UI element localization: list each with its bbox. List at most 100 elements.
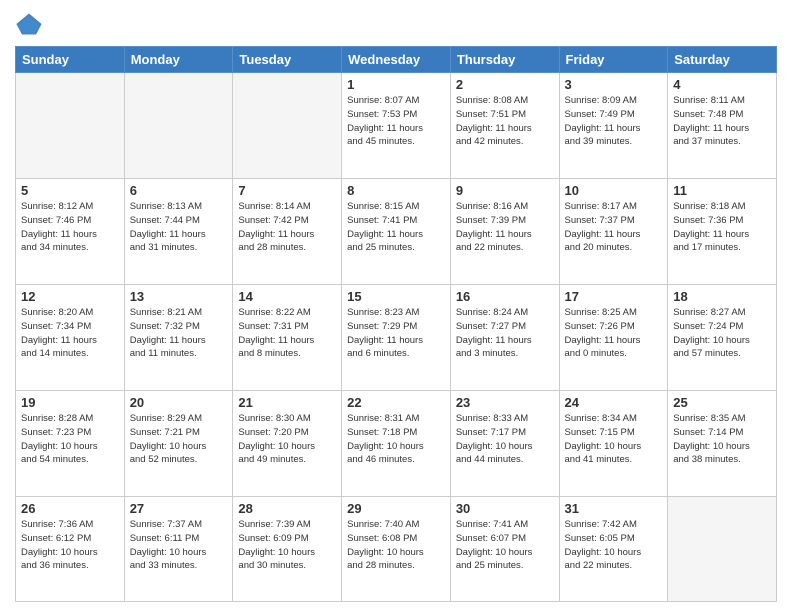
day-info: Sunrise: 8:25 AMSunset: 7:26 PMDaylight:… bbox=[565, 306, 663, 361]
header bbox=[15, 10, 777, 38]
table-row: 23 Sunrise: 8:33 AMSunset: 7:17 PMDayligh… bbox=[450, 391, 559, 497]
day-info: Sunrise: 8:22 AMSunset: 7:31 PMDaylight:… bbox=[238, 306, 336, 361]
day-info: Sunrise: 8:29 AMSunset: 7:21 PMDaylight:… bbox=[130, 412, 228, 467]
day-info: Sunrise: 8:17 AMSunset: 7:37 PMDaylight:… bbox=[565, 200, 663, 255]
table-row: 28 Sunrise: 7:39 AMSunset: 6:09 PMDayligh… bbox=[233, 497, 342, 602]
day-number: 24 bbox=[565, 395, 663, 410]
day-number: 6 bbox=[130, 183, 228, 198]
logo-icon bbox=[15, 10, 43, 38]
day-info: Sunrise: 8:27 AMSunset: 7:24 PMDaylight:… bbox=[673, 306, 771, 361]
table-row: 6Sunrise: 8:13 AMSunset: 7:44 PMDaylight… bbox=[124, 179, 233, 285]
day-info: Sunrise: 8:34 AMSunset: 7:15 PMDaylight:… bbox=[565, 412, 663, 467]
table-row bbox=[668, 497, 777, 602]
day-info: Sunrise: 8:30 AMSunset: 7:20 PMDaylight:… bbox=[238, 412, 336, 467]
table-row: 12 Sunrise: 8:20 AMSunset: 7:34 PMDayligh… bbox=[16, 285, 125, 391]
table-row: 25 Sunrise: 8:35 AMSunset: 7:14 PMDayligh… bbox=[668, 391, 777, 497]
day-number: 19 bbox=[21, 395, 119, 410]
table-row: 27 Sunrise: 7:37 AMSunset: 6:11 PMDayligh… bbox=[124, 497, 233, 602]
table-row: 21Sunrise: 8:30 AMSunset: 7:20 PMDayligh… bbox=[233, 391, 342, 497]
table-row: 22 Sunrise: 8:31 AMSunset: 7:18 PMDayligh… bbox=[342, 391, 451, 497]
day-info: Sunrise: 7:42 AMSunset: 6:05 PMDaylight:… bbox=[565, 518, 663, 573]
day-info: Sunrise: 8:14 AMSunset: 7:42 PMDaylight:… bbox=[238, 200, 336, 255]
day-number: 2 bbox=[456, 77, 554, 92]
table-row: 4 Sunrise: 8:11 AMSunset: 7:48 PMDaylight… bbox=[668, 73, 777, 179]
day-number: 13 bbox=[130, 289, 228, 304]
day-number: 3 bbox=[565, 77, 663, 92]
day-number: 4 bbox=[673, 77, 771, 92]
calendar-week-row: 5 Sunrise: 8:12 AMSunset: 7:46 PMDaylight… bbox=[16, 179, 777, 285]
table-row: 14Sunrise: 8:22 AMSunset: 7:31 PMDayligh… bbox=[233, 285, 342, 391]
day-info: Sunrise: 7:40 AMSunset: 6:08 PMDaylight:… bbox=[347, 518, 445, 573]
day-number: 27 bbox=[130, 501, 228, 516]
day-number: 29 bbox=[347, 501, 445, 516]
table-row: 17 Sunrise: 8:25 AMSunset: 7:26 PMDayligh… bbox=[559, 285, 668, 391]
col-thursday: Thursday bbox=[450, 47, 559, 73]
table-row: 13 Sunrise: 8:21 AMSunset: 7:32 PMDayligh… bbox=[124, 285, 233, 391]
calendar-week-row: 26 Sunrise: 7:36 AMSunset: 6:12 PMDayligh… bbox=[16, 497, 777, 602]
table-row: 26 Sunrise: 7:36 AMSunset: 6:12 PMDayligh… bbox=[16, 497, 125, 602]
day-number: 12 bbox=[21, 289, 119, 304]
table-row: 8Sunrise: 8:15 AMSunset: 7:41 PMDaylight… bbox=[342, 179, 451, 285]
table-row: 1 Sunrise: 8:07 AMSunset: 7:53 PMDaylight… bbox=[342, 73, 451, 179]
table-row: 24 Sunrise: 8:34 AMSunset: 7:15 PMDayligh… bbox=[559, 391, 668, 497]
day-number: 20 bbox=[130, 395, 228, 410]
day-info: Sunrise: 8:31 AMSunset: 7:18 PMDaylight:… bbox=[347, 412, 445, 467]
day-info: Sunrise: 7:39 AMSunset: 6:09 PMDaylight:… bbox=[238, 518, 336, 573]
day-info: Sunrise: 8:08 AMSunset: 7:51 PMDaylight:… bbox=[456, 94, 554, 149]
table-row: 9 Sunrise: 8:16 AMSunset: 7:39 PMDaylight… bbox=[450, 179, 559, 285]
day-number: 30 bbox=[456, 501, 554, 516]
day-info: Sunrise: 8:07 AMSunset: 7:53 PMDaylight:… bbox=[347, 94, 445, 149]
day-info: Sunrise: 8:16 AMSunset: 7:39 PMDaylight:… bbox=[456, 200, 554, 255]
day-info: Sunrise: 8:12 AMSunset: 7:46 PMDaylight:… bbox=[21, 200, 119, 255]
table-row: 7 Sunrise: 8:14 AMSunset: 7:42 PMDaylight… bbox=[233, 179, 342, 285]
day-number: 23 bbox=[456, 395, 554, 410]
day-info: Sunrise: 8:11 AMSunset: 7:48 PMDaylight:… bbox=[673, 94, 771, 149]
day-number: 10 bbox=[565, 183, 663, 198]
day-info: Sunrise: 8:33 AMSunset: 7:17 PMDaylight:… bbox=[456, 412, 554, 467]
day-number: 26 bbox=[21, 501, 119, 516]
day-number: 22 bbox=[347, 395, 445, 410]
col-wednesday: Wednesday bbox=[342, 47, 451, 73]
day-number: 31 bbox=[565, 501, 663, 516]
day-number: 18 bbox=[673, 289, 771, 304]
day-info: Sunrise: 8:24 AMSunset: 7:27 PMDaylight:… bbox=[456, 306, 554, 361]
day-number: 1 bbox=[347, 77, 445, 92]
col-sunday: Sunday bbox=[16, 47, 125, 73]
table-row: 29 Sunrise: 7:40 AMSunset: 6:08 PMDayligh… bbox=[342, 497, 451, 602]
day-info: Sunrise: 7:41 AMSunset: 6:07 PMDaylight:… bbox=[456, 518, 554, 573]
day-number: 7 bbox=[238, 183, 336, 198]
table-row: 10 Sunrise: 8:17 AMSunset: 7:37 PMDayligh… bbox=[559, 179, 668, 285]
table-row bbox=[16, 73, 125, 179]
col-tuesday: Tuesday bbox=[233, 47, 342, 73]
day-info: Sunrise: 8:18 AMSunset: 7:36 PMDaylight:… bbox=[673, 200, 771, 255]
table-row: 31 Sunrise: 7:42 AMSunset: 6:05 PMDayligh… bbox=[559, 497, 668, 602]
day-number: 25 bbox=[673, 395, 771, 410]
page: Sunday Monday Tuesday Wednesday Thursday… bbox=[0, 0, 792, 612]
table-row: 18 Sunrise: 8:27 AMSunset: 7:24 PMDayligh… bbox=[668, 285, 777, 391]
day-info: Sunrise: 8:35 AMSunset: 7:14 PMDaylight:… bbox=[673, 412, 771, 467]
table-row: 11 Sunrise: 8:18 AMSunset: 7:36 PMDayligh… bbox=[668, 179, 777, 285]
table-row: 30 Sunrise: 7:41 AMSunset: 6:07 PMDayligh… bbox=[450, 497, 559, 602]
day-number: 11 bbox=[673, 183, 771, 198]
day-number: 15 bbox=[347, 289, 445, 304]
col-friday: Friday bbox=[559, 47, 668, 73]
day-info: Sunrise: 7:36 AMSunset: 6:12 PMDaylight:… bbox=[21, 518, 119, 573]
calendar-header-row: Sunday Monday Tuesday Wednesday Thursday… bbox=[16, 47, 777, 73]
col-saturday: Saturday bbox=[668, 47, 777, 73]
day-info: Sunrise: 8:21 AMSunset: 7:32 PMDaylight:… bbox=[130, 306, 228, 361]
day-number: 9 bbox=[456, 183, 554, 198]
table-row: 16Sunrise: 8:24 AMSunset: 7:27 PMDayligh… bbox=[450, 285, 559, 391]
day-info: Sunrise: 7:37 AMSunset: 6:11 PMDaylight:… bbox=[130, 518, 228, 573]
calendar-week-row: 19Sunrise: 8:28 AMSunset: 7:23 PMDayligh… bbox=[16, 391, 777, 497]
table-row: 5 Sunrise: 8:12 AMSunset: 7:46 PMDaylight… bbox=[16, 179, 125, 285]
day-info: Sunrise: 8:20 AMSunset: 7:34 PMDaylight:… bbox=[21, 306, 119, 361]
day-number: 8 bbox=[347, 183, 445, 198]
day-number: 5 bbox=[21, 183, 119, 198]
table-row: 15Sunrise: 8:23 AMSunset: 7:29 PMDayligh… bbox=[342, 285, 451, 391]
table-row bbox=[233, 73, 342, 179]
table-row bbox=[124, 73, 233, 179]
day-info: Sunrise: 8:09 AMSunset: 7:49 PMDaylight:… bbox=[565, 94, 663, 149]
day-number: 17 bbox=[565, 289, 663, 304]
table-row: 19Sunrise: 8:28 AMSunset: 7:23 PMDayligh… bbox=[16, 391, 125, 497]
day-number: 28 bbox=[238, 501, 336, 516]
